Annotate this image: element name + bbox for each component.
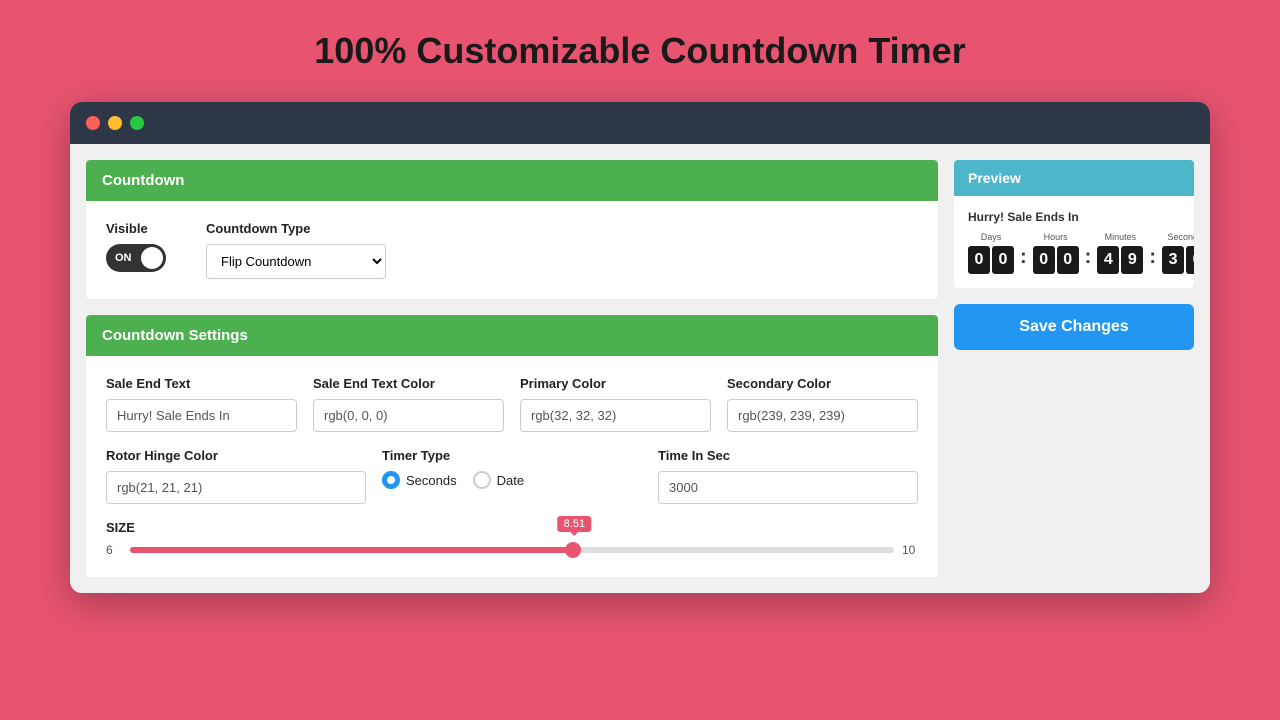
settings-section-body: Sale End Text Sale End Text Color Primar…: [86, 356, 938, 577]
sale-end-text-color-input[interactable]: [313, 399, 504, 432]
radio-seconds-circle: [382, 471, 400, 489]
preview-header: Preview: [954, 160, 1194, 196]
slider-min: 6: [106, 543, 122, 557]
time-in-sec-input[interactable]: [658, 471, 918, 504]
countdown-seconds-label: Seconds: [1168, 232, 1195, 242]
sale-end-text-label: Sale End Text: [106, 376, 297, 391]
countdown-display: Days 0 0 : Hours 0 0: [968, 232, 1180, 274]
preview-card: Preview Hurry! Sale Ends In Days 0 0: [954, 160, 1194, 288]
countdown-digit: 4: [1097, 246, 1119, 274]
rotor-hinge-color-group: Rotor Hinge Color: [106, 448, 366, 504]
countdown-section-label: Countdown: [102, 172, 184, 189]
page-title: 100% Customizable Countdown Timer: [314, 30, 965, 72]
secondary-color-group: Secondary Color: [727, 376, 918, 432]
timer-type-row: Seconds Date: [382, 471, 642, 489]
primary-color-label: Primary Color: [520, 376, 711, 391]
visible-toggle-container: ON: [106, 244, 166, 272]
maximize-icon[interactable]: [130, 116, 144, 130]
countdown-digit: 0: [1033, 246, 1055, 274]
toggle-on-label: ON: [115, 252, 132, 264]
slider-max: 10: [902, 543, 918, 557]
right-panel: Preview Hurry! Sale Ends In Days 0 0: [954, 160, 1194, 577]
secondary-color-input[interactable]: [727, 399, 918, 432]
slider-track[interactable]: 8.51: [130, 547, 894, 553]
settings-section-header: Countdown Settings: [86, 315, 938, 356]
visible-toggle[interactable]: ON: [106, 244, 166, 272]
radio-seconds-label: Seconds: [406, 473, 457, 488]
sale-end-text-color-group: Sale End Text Color: [313, 376, 504, 432]
countdown-unit-seconds: Seconds 3 6: [1162, 232, 1194, 274]
app-window: Countdown Visible ON: [70, 102, 1210, 593]
secondary-color-label: Secondary Color: [727, 376, 918, 391]
visible-row: Visible ON Countdown Type Fl: [106, 221, 918, 279]
settings-section: Countdown Settings Sale End Text Sale En…: [86, 315, 938, 577]
countdown-seconds-digits: 3 6: [1162, 246, 1194, 274]
sale-end-text-group: Sale End Text: [106, 376, 297, 432]
countdown-type-select[interactable]: Flip Countdown Simple Countdown Circle C…: [206, 244, 386, 279]
countdown-minutes-label: Minutes: [1105, 232, 1137, 242]
countdown-hours-label: Hours: [1044, 232, 1068, 242]
sale-end-text-color-label: Sale End Text Color: [313, 376, 504, 391]
slider-thumb[interactable]: 8.51: [565, 542, 581, 558]
countdown-section: Countdown Visible ON: [86, 160, 938, 299]
countdown-days-label: Days: [981, 232, 1002, 242]
settings-grid-top: Sale End Text Sale End Text Color Primar…: [106, 376, 918, 432]
countdown-digit: 9: [1121, 246, 1143, 274]
radio-seconds[interactable]: Seconds: [382, 471, 457, 489]
window-content: Countdown Visible ON: [70, 144, 1210, 593]
rotor-hinge-color-input[interactable]: [106, 471, 366, 504]
countdown-type-label: Countdown Type: [206, 221, 386, 236]
size-section: SIZE 6 8.51 10: [106, 520, 918, 557]
countdown-minutes-digits: 4 9: [1097, 246, 1143, 274]
countdown-unit-hours: Hours 0 0: [1033, 232, 1079, 274]
countdown-section-body: Visible ON Countdown Type Fl: [86, 201, 938, 299]
countdown-digit: 3: [1162, 246, 1184, 274]
countdown-hours-digits: 0 0: [1033, 246, 1079, 274]
slider-tooltip: 8.51: [558, 516, 591, 532]
separator-2: :: [1083, 246, 1094, 269]
timer-type-group: Timer Type Seconds Date: [382, 448, 642, 504]
preview-label: Preview: [968, 170, 1021, 186]
separator-3: :: [1147, 246, 1158, 269]
settings-grid-bottom: Rotor Hinge Color Timer Type Seconds: [106, 448, 918, 504]
countdown-digit: 0: [1057, 246, 1079, 274]
radio-date[interactable]: Date: [473, 471, 524, 489]
separator-1: :: [1018, 246, 1029, 269]
countdown-unit-minutes: Minutes 4 9: [1097, 232, 1143, 274]
preview-body: Hurry! Sale Ends In Days 0 0 :: [954, 196, 1194, 288]
time-in-sec-group: Time In Sec: [658, 448, 918, 504]
size-label: SIZE: [106, 520, 918, 535]
slider-container: 6 8.51 10: [106, 543, 918, 557]
minimize-icon[interactable]: [108, 116, 122, 130]
countdown-digit: 0: [968, 246, 990, 274]
countdown-type-field-group: Countdown Type Flip Countdown Simple Cou…: [206, 221, 386, 279]
visible-field-group: Visible ON: [106, 221, 166, 272]
title-bar: [70, 102, 1210, 144]
close-icon[interactable]: [86, 116, 100, 130]
countdown-digit: 0: [992, 246, 1014, 274]
slider-fill: [130, 547, 573, 553]
time-in-sec-label: Time In Sec: [658, 448, 918, 463]
save-changes-button[interactable]: Save Changes: [954, 304, 1194, 350]
primary-color-group: Primary Color: [520, 376, 711, 432]
countdown-digit: 6: [1186, 246, 1194, 274]
rotor-hinge-color-label: Rotor Hinge Color: [106, 448, 366, 463]
toggle-knob: [141, 247, 163, 269]
visible-label: Visible: [106, 221, 166, 236]
primary-color-input[interactable]: [520, 399, 711, 432]
countdown-section-header: Countdown: [86, 160, 938, 201]
radio-date-circle: [473, 471, 491, 489]
countdown-days-digits: 0 0: [968, 246, 1014, 274]
timer-type-label: Timer Type: [382, 448, 642, 463]
left-panel: Countdown Visible ON: [86, 160, 938, 577]
sale-end-text-input[interactable]: [106, 399, 297, 432]
preview-timer-text: Hurry! Sale Ends In: [968, 210, 1180, 224]
countdown-unit-days: Days 0 0: [968, 232, 1014, 274]
radio-date-label: Date: [497, 473, 524, 488]
settings-section-label: Countdown Settings: [102, 327, 248, 344]
